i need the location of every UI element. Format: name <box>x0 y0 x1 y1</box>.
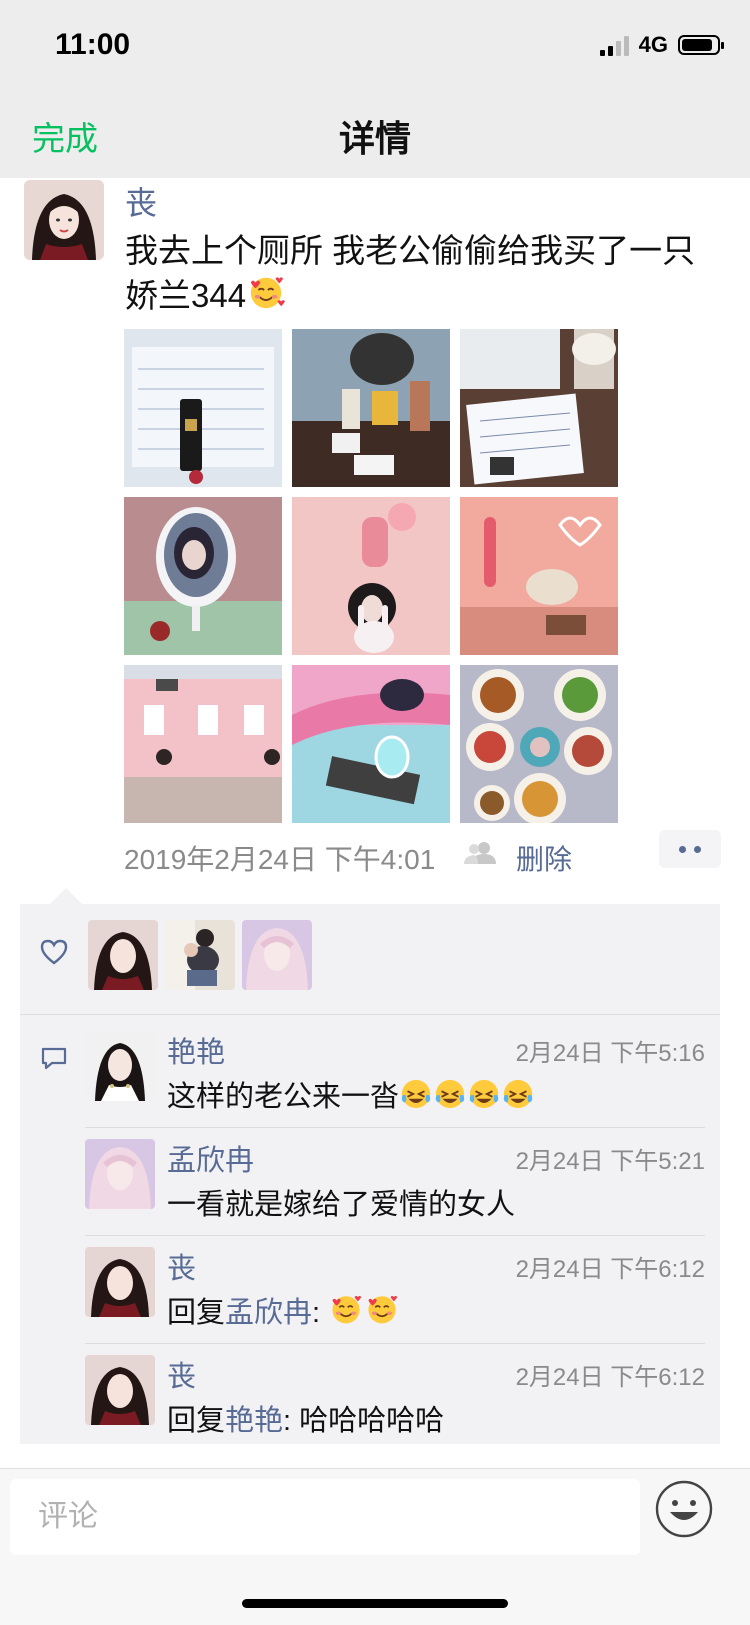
comment-author[interactable]: 丧 <box>167 1353 196 1395</box>
smiling-face-with-hearts-emoji <box>328 1292 364 1334</box>
post-text-content: 我去上个厕所 我老公偷偷给我买了一只娇兰344 <box>125 232 696 314</box>
comment-divider <box>85 1343 705 1344</box>
crying-laughing-emoji <box>433 1078 467 1118</box>
smiling-face-with-hearts-emoji <box>364 1292 400 1334</box>
status-indicators: 4G <box>599 32 724 58</box>
photo-grid <box>124 329 620 825</box>
comment-text: 回复艳艳: 哈哈哈哈哈 <box>167 1397 444 1439</box>
photo-cafe[interactable] <box>124 665 282 823</box>
comment-avatar[interactable] <box>85 1355 155 1425</box>
crying-laughing-emoji <box>501 1078 535 1118</box>
comment-item[interactable]: 丧 2月24日 下午6:12 回复孟欣冉: <box>85 1235 705 1355</box>
status-bar: 11:00 4G <box>0 0 750 90</box>
comment-divider <box>85 1235 705 1236</box>
likes-row <box>20 904 720 1004</box>
photo-receipt[interactable] <box>124 329 282 487</box>
comment-time: 2月24日 下午6:12 <box>515 1256 705 1283</box>
comment-text-content: : 哈哈哈哈哈 <box>283 1405 445 1437</box>
photo-hand[interactable] <box>292 665 450 823</box>
comment-text-content: : <box>312 1297 329 1329</box>
photo-drinks[interactable] <box>292 329 450 487</box>
signal-icon <box>599 34 629 56</box>
nav-bar: 完成 详情 <box>0 90 750 178</box>
comment-avatar[interactable] <box>85 1031 155 1101</box>
battery-icon <box>678 35 724 55</box>
comment-time: 2月24日 下午5:16 <box>515 1040 705 1067</box>
comment-avatar[interactable] <box>85 1139 155 1209</box>
post-time: 2019年2月24日 下午4:01 <box>124 844 436 875</box>
comment-text: 这样的老公来一沓 <box>167 1073 535 1118</box>
post-meta: 2019年2月24日 下午4:01 删除 <box>124 830 724 880</box>
comment-author[interactable]: 艳艳 <box>167 1029 225 1071</box>
comment-icon <box>40 1046 68 1072</box>
moment-detail: 丧 我去上个厕所 我老公偷偷给我买了一只娇兰344 2019年2月24日 下午4… <box>0 178 750 1468</box>
author-name[interactable]: 丧 <box>125 178 157 224</box>
comment-item[interactable]: 孟欣冉 2月24日 下午5:21 一看就是嫁给了爱情的女人 <box>85 1127 705 1247</box>
comment-time: 2月24日 下午6:12 <box>515 1364 705 1391</box>
comment-text: 一看就是嫁给了爱情的女人 <box>167 1189 516 1221</box>
status-time: 11:00 <box>55 28 131 61</box>
crying-laughing-emoji <box>399 1078 433 1118</box>
author-avatar[interactable] <box>24 180 104 260</box>
network-type: 4G <box>638 32 668 57</box>
emoji-button[interactable] <box>655 1480 713 1538</box>
comment-item[interactable]: 艳艳 2月24日 下午5:16 这样的老公来一沓 <box>85 1031 705 1139</box>
page-title: 详情 <box>338 118 411 159</box>
photo-tickets[interactable] <box>460 329 618 487</box>
comment-author[interactable]: 丧 <box>167 1245 196 1287</box>
comment-time: 2月24日 下午5:21 <box>515 1148 705 1175</box>
comment-text: 回复孟欣冉: <box>167 1289 400 1334</box>
comment-text-content: 这样的老公来一沓 <box>167 1081 400 1113</box>
divider <box>20 1014 720 1015</box>
reply-to-name[interactable]: 艳艳 <box>225 1405 283 1437</box>
reply-prefix: 回复 <box>167 1297 226 1329</box>
comment-divider <box>85 1127 705 1128</box>
smiling-face-with-hearts-emoji-group <box>328 1295 400 1329</box>
comment-author[interactable]: 孟欣冉 <box>167 1137 254 1179</box>
post-text: 我去上个厕所 我老公偷偷给我买了一只娇兰344 <box>125 228 725 322</box>
visibility-friends-icon[interactable] <box>464 840 498 866</box>
photo-mirror[interactable] <box>124 497 282 655</box>
photo-food[interactable] <box>460 665 618 823</box>
crying-laughing-emoji <box>467 1078 501 1118</box>
like-avatar[interactable] <box>88 920 158 990</box>
smiling-face-with-hearts-emoji <box>246 273 286 322</box>
comment-avatar[interactable] <box>85 1247 155 1317</box>
home-indicator <box>242 1599 508 1608</box>
dot-icon <box>679 846 686 853</box>
crying-laughing-emoji-group <box>399 1079 535 1113</box>
reply-prefix: 回复 <box>167 1405 226 1437</box>
comment-input-bar <box>0 1468 750 1625</box>
comment-input[interactable] <box>10 1479 640 1555</box>
reply-to-name[interactable]: 孟欣冉 <box>225 1297 312 1329</box>
likes-comments-panel: 艳艳 2月24日 下午5:16 这样的老公来一沓 孟欣冉 2月24日 下午5:2… <box>20 888 720 1444</box>
panel-arrow <box>50 888 82 904</box>
photo-pink-room[interactable] <box>460 497 618 655</box>
dot-icon <box>694 846 701 853</box>
delete-button[interactable]: 删除 <box>516 838 572 878</box>
like-avatar[interactable] <box>242 920 312 990</box>
photo-bunny[interactable] <box>292 497 450 655</box>
heart-icon <box>40 939 68 965</box>
comment-item[interactable]: 丧 2月24日 下午6:12 回复艳艳: 哈哈哈哈哈 <box>85 1343 705 1463</box>
more-actions-button[interactable] <box>659 830 721 868</box>
like-avatar[interactable] <box>165 920 235 990</box>
